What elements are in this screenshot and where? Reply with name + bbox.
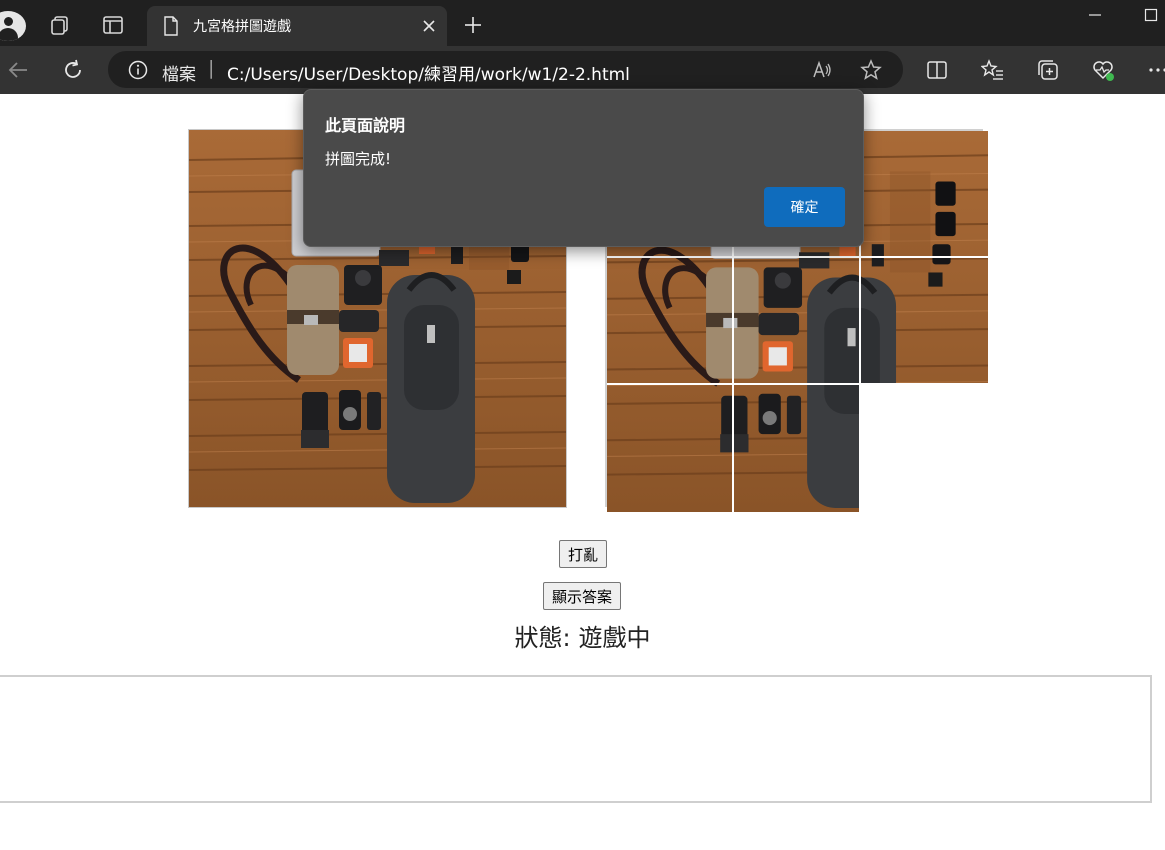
- dialog-message: 拼圖完成!: [325, 150, 392, 168]
- address-bar[interactable]: 檔案 | C:/Users/User/Desktop/練習用/work/w1/2…: [108, 51, 903, 88]
- workspaces-icon[interactable]: [50, 14, 72, 36]
- shuffle-button[interactable]: 打亂: [559, 540, 608, 568]
- active-tab[interactable]: 九宮格拼圖遊戲: [147, 6, 447, 46]
- favorites-list-icon[interactable]: [981, 58, 1005, 82]
- split-screen-icon[interactable]: [925, 58, 949, 82]
- puzzle-piece[interactable]: [734, 385, 861, 512]
- minimize-icon[interactable]: [1088, 8, 1102, 22]
- favorite-star-icon[interactable]: [860, 59, 882, 81]
- alert-dialog: 此頁面說明 拼圖完成! 確定: [303, 89, 864, 247]
- status-value: 遊戲中: [578, 624, 651, 652]
- new-tab-icon[interactable]: [462, 14, 484, 36]
- dialog-ok-button[interactable]: 確定: [764, 187, 845, 227]
- dialog-title: 此頁面說明: [325, 116, 406, 135]
- browser-essentials-icon[interactable]: [1091, 58, 1115, 82]
- more-options-icon[interactable]: [1146, 58, 1165, 82]
- status-line: 狀態: 遊戲中: [0, 618, 1165, 653]
- browser-titlebar: 九宮格拼圖遊戲: [0, 0, 1165, 46]
- tab-actions-icon[interactable]: [102, 14, 124, 36]
- refresh-icon[interactable]: [61, 58, 85, 82]
- puzzle-piece[interactable]: [607, 385, 734, 512]
- profile-avatar-icon[interactable]: [0, 11, 26, 41]
- puzzle-piece[interactable]: [734, 258, 861, 385]
- info-icon[interactable]: [128, 60, 148, 80]
- puzzle-piece[interactable]: [861, 131, 988, 258]
- puzzle-piece[interactable]: [861, 258, 988, 385]
- address-separator: |: [208, 57, 215, 79]
- address-url[interactable]: C:/Users/User/Desktop/練習用/work/w1/2-2.ht…: [227, 60, 630, 85]
- puzzle-empty-cell[interactable]: [861, 385, 988, 512]
- puzzle-piece-image: [607, 385, 734, 512]
- close-tab-icon[interactable]: [421, 18, 437, 34]
- show-answer-button[interactable]: 顯示答案: [543, 582, 622, 610]
- tab-title: 九宮格拼圖遊戲: [193, 19, 291, 35]
- collections-icon[interactable]: [1036, 58, 1060, 82]
- address-file-label: 檔案: [162, 65, 196, 85]
- read-aloud-icon[interactable]: [811, 59, 833, 81]
- output-box: [0, 675, 1152, 803]
- puzzle-piece[interactable]: [607, 258, 734, 385]
- status-label: 狀態:: [514, 624, 571, 652]
- browser-toolbar: 檔案 | C:/Users/User/Desktop/練習用/work/w1/2…: [0, 46, 1165, 94]
- puzzle-piece-image: [734, 385, 861, 512]
- puzzle-piece-image: [734, 258, 861, 385]
- maximize-icon[interactable]: [1144, 8, 1158, 22]
- puzzle-piece-image: [861, 258, 988, 385]
- back-arrow-icon[interactable]: [6, 58, 30, 82]
- puzzle-piece-image: [607, 258, 734, 385]
- document-icon: [164, 16, 178, 36]
- puzzle-piece-image: [861, 131, 988, 258]
